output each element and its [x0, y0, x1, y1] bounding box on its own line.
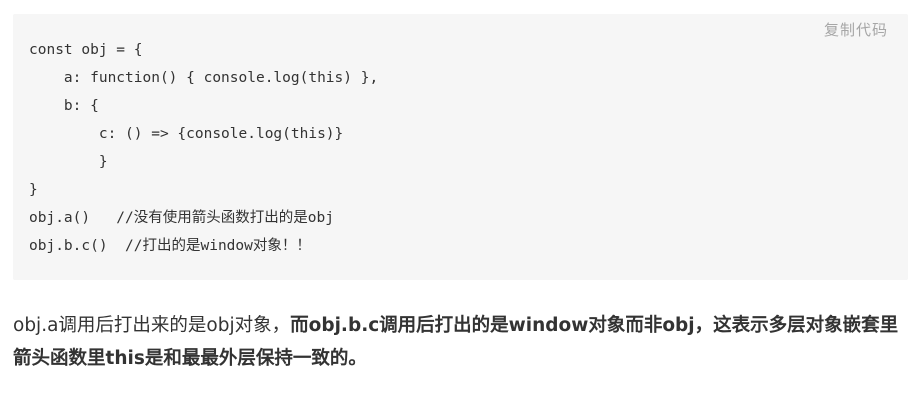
code-line: const obj = {	[29, 42, 143, 58]
copy-code-button[interactable]: 复制代码	[824, 19, 888, 40]
code-line: b: {	[29, 98, 99, 114]
paragraph-normal-text: obj.a调用后打出来的是obj对象，	[13, 315, 291, 336]
code-content: const obj = { a: function() { console.lo…	[29, 36, 378, 260]
code-line: obj.a() //没有使用箭头函数打出的是obj	[29, 210, 334, 226]
code-line: }	[29, 182, 38, 198]
code-block: 复制代码 const obj = { a: function() { conso…	[13, 14, 908, 280]
code-line: c: () => {console.log(this)}	[29, 126, 344, 142]
code-line: obj.b.c() //打出的是window对象！！	[29, 238, 311, 254]
code-line: a: function() { console.log(this) },	[29, 70, 379, 86]
code-line: }	[29, 154, 108, 170]
explanation-paragraph: obj.a调用后打出来的是obj对象，而obj.b.c调用后打出的是window…	[13, 309, 908, 375]
